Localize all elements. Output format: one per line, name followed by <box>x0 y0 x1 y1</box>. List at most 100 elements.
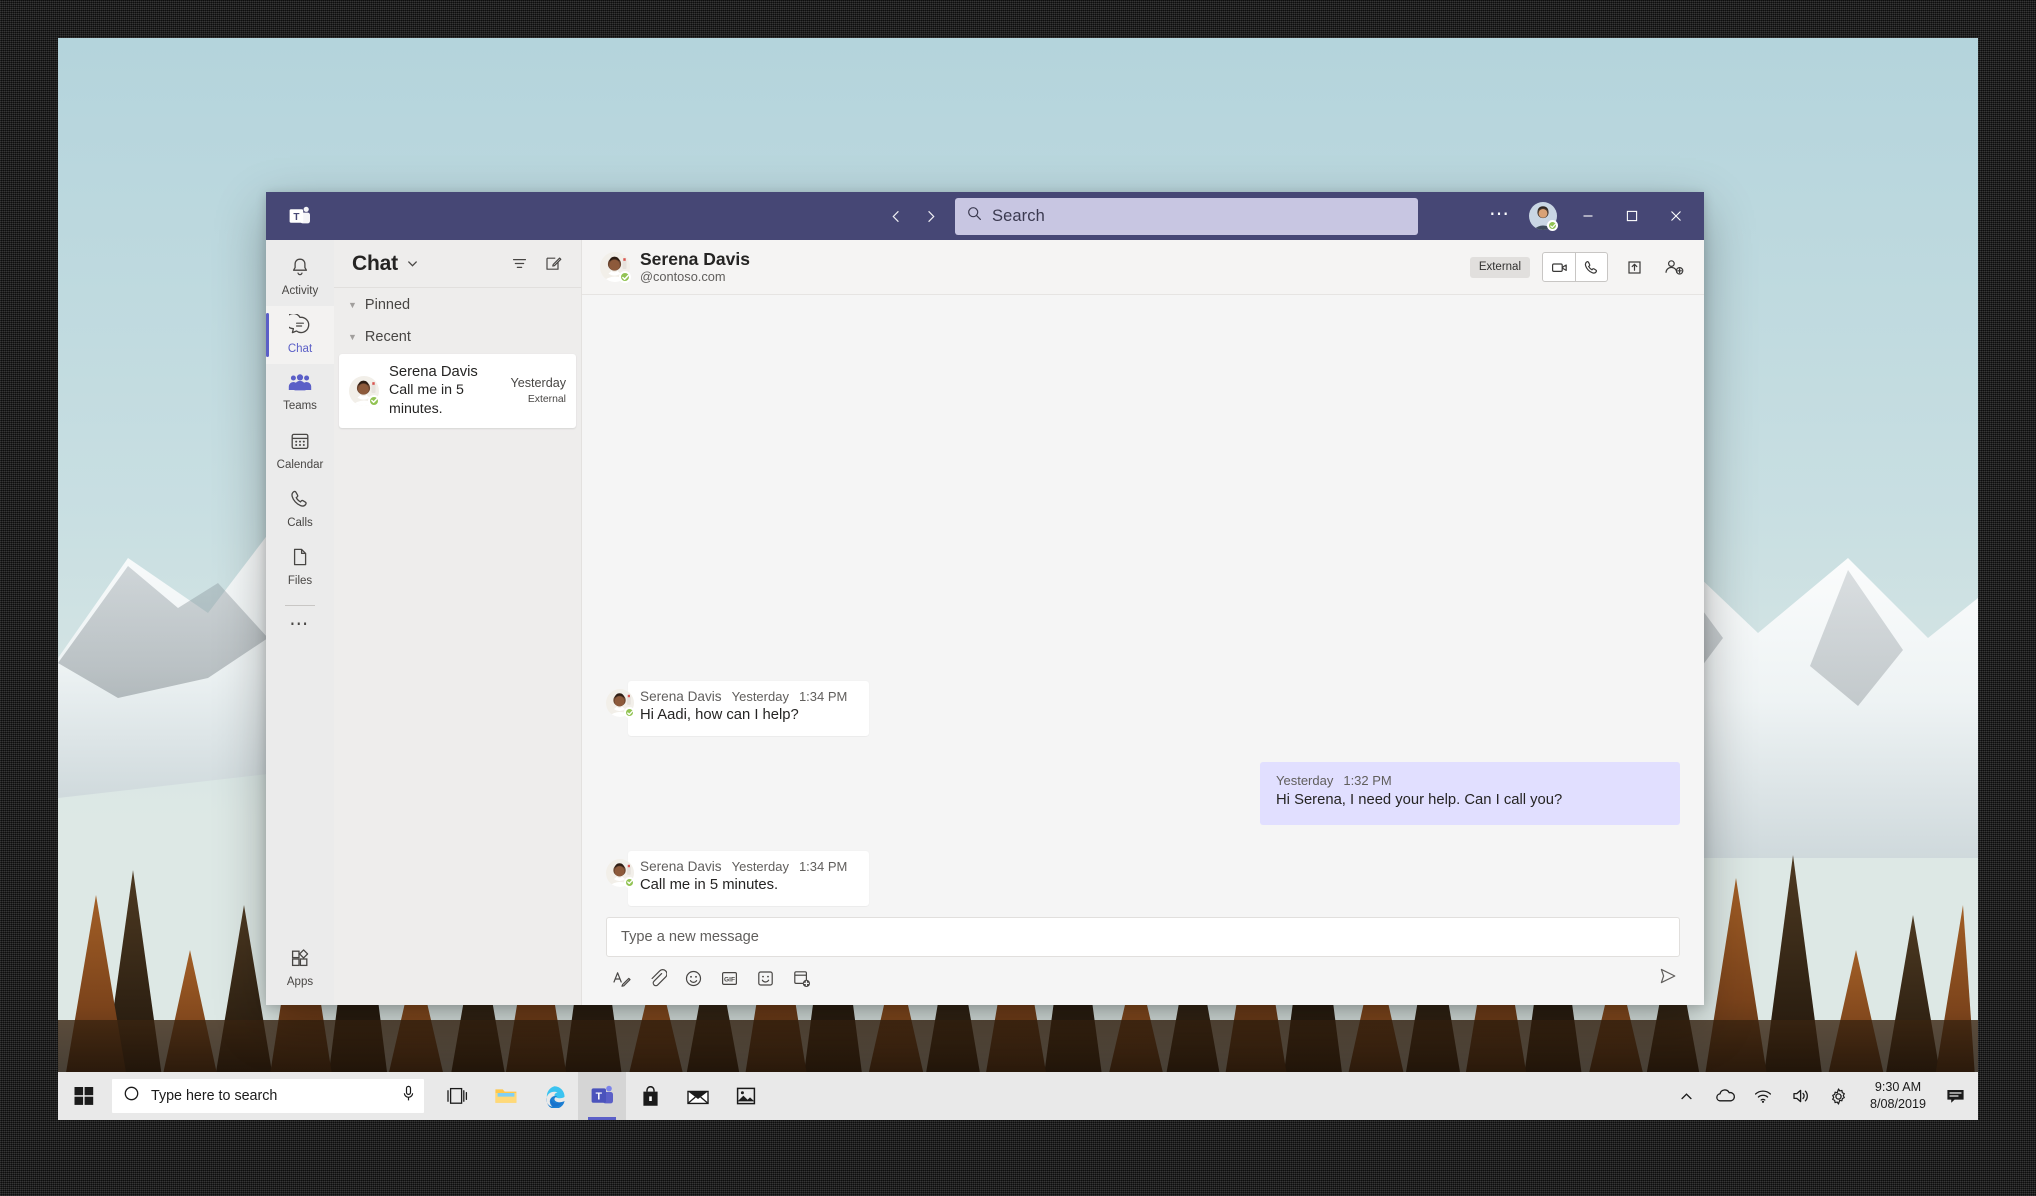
rail-item-calendar[interactable]: Calendar <box>266 422 334 480</box>
triangle-down-icon: ▼ <box>348 331 357 342</box>
close-button[interactable] <box>1654 192 1698 240</box>
message-sender: Serena Davis <box>640 689 722 704</box>
windows-start-icon[interactable] <box>58 1072 110 1120</box>
system-tray: 9:30 AM 8/08/2019 <box>1668 1072 1978 1120</box>
message-incoming-1: Serena Davis Yesterday 1:34 PM Hi Aadi, … <box>606 681 1680 736</box>
svg-text:T: T <box>595 1092 602 1103</box>
cortana-circle-icon <box>124 1086 139 1106</box>
chat-list-title: Chat <box>352 251 398 275</box>
compose-new-chat-icon[interactable] <box>539 250 567 278</box>
desktop-wallpaper: T Search ⋯ Activity Chat Teams Calendar … <box>58 38 1978 1120</box>
message-input[interactable]: Type a new message <box>606 917 1680 957</box>
video-camera-icon[interactable] <box>1543 253 1575 281</box>
emoji-icon[interactable] <box>682 968 704 990</box>
rail-item-chat[interactable]: Chat <box>266 306 334 364</box>
avatar <box>606 689 635 718</box>
rail-item-calls[interactable]: Calls <box>266 480 334 538</box>
app-settings-more-icon[interactable]: ⋯ <box>1480 201 1520 232</box>
rail-label-activity: Activity <box>281 285 319 298</box>
rail-label-files: Files <box>287 575 313 588</box>
taskbar-search-placeholder: Type here to search <box>151 1088 278 1104</box>
presence-available-icon <box>1547 220 1558 231</box>
presence-available-icon <box>624 707 635 718</box>
rail-label-calendar: Calendar <box>276 459 324 472</box>
rail-divider <box>285 605 315 606</box>
message-day: Yesterday <box>731 858 789 874</box>
photos-icon[interactable] <box>722 1072 770 1120</box>
store-icon[interactable] <box>626 1072 674 1120</box>
chevron-down-icon[interactable] <box>406 257 419 270</box>
taskbar-pinned-apps: T <box>434 1072 770 1120</box>
message-time: 1:34 PM <box>798 858 848 874</box>
task-view-icon[interactable] <box>434 1072 482 1120</box>
message-time: 1:34 PM <box>798 689 848 704</box>
chat-group-pinned[interactable]: ▼ Pinned <box>334 288 581 320</box>
show-hidden-icons-icon[interactable] <box>1668 1072 1706 1120</box>
rail-label-teams: Teams <box>283 400 317 413</box>
onedrive-cloud-icon[interactable] <box>1706 1072 1744 1120</box>
conversation-actions: External <box>1469 252 1688 282</box>
audio-call-phone-icon[interactable] <box>1575 253 1607 281</box>
mail-icon[interactable] <box>674 1072 722 1120</box>
chat-list-item-meta: Serena Davis Call me in 5 minutes. <box>389 363 500 418</box>
teams-application-window: T Search ⋯ Activity Chat Teams Calendar … <box>266 192 1704 1005</box>
rail-item-activity[interactable]: Activity <box>266 248 334 306</box>
message-incoming-2: Serena Davis Yesterday 1:34 PM Call me i… <box>606 850 1680 906</box>
rail-item-teams[interactable]: Teams <box>266 364 334 422</box>
sticker-icon[interactable] <box>754 968 776 990</box>
chat-group-recent[interactable]: ▼ Recent <box>334 320 581 352</box>
message-input-placeholder: Type a new message <box>621 929 759 945</box>
format-text-icon[interactable] <box>610 968 632 990</box>
avatar <box>349 375 380 407</box>
edge-icon[interactable] <box>530 1072 578 1120</box>
rail-label-chat: Chat <box>287 343 313 356</box>
svg-text:GIF: GIF <box>724 976 735 983</box>
file-icon <box>289 546 311 573</box>
file-explorer-icon[interactable] <box>482 1072 530 1120</box>
chat-bubble-icon <box>285 313 311 341</box>
chat-list-item-name: Serena Davis <box>389 364 478 380</box>
add-extension-icon[interactable] <box>790 968 812 990</box>
teams-taskbar-icon[interactable]: T <box>578 1072 626 1120</box>
teams-logo-icon: T <box>266 206 334 227</box>
chat-list-item-serena-davis[interactable]: Serena Davis Call me in 5 minutes. Yeste… <box>339 354 576 429</box>
taskbar-search-input[interactable]: Type here to search <box>112 1079 424 1113</box>
presence-available-icon <box>624 876 635 888</box>
avatar <box>606 858 635 888</box>
search-icon <box>967 206 982 226</box>
maximize-button[interactable] <box>1610 192 1654 240</box>
gif-icon[interactable]: GIF <box>718 968 740 990</box>
taskbar-clock[interactable]: 9:30 AM 8/08/2019 <box>1858 1079 1938 1113</box>
microphone-icon[interactable] <box>401 1085 416 1107</box>
chat-group-pinned-label: Pinned <box>364 297 411 313</box>
wifi-icon[interactable] <box>1744 1072 1782 1120</box>
compose-area: Type a new message GIF <box>582 907 1704 1005</box>
settings-gear-icon[interactable] <box>1820 1072 1858 1120</box>
add-person-icon[interactable] <box>1660 253 1688 281</box>
rail-item-files[interactable]: Files <box>266 538 334 596</box>
share-upload-icon[interactable] <box>1620 253 1648 281</box>
nav-forward-button[interactable] <box>915 201 945 231</box>
message-bubble: Yesterday 1:32 PM Hi Serena, I need your… <box>1260 761 1680 825</box>
rail-label-calls: Calls <box>287 517 313 530</box>
message-day: Yesterday <box>1276 772 1334 788</box>
global-search-input[interactable]: Search <box>955 197 1418 235</box>
chat-list-actions <box>505 250 567 278</box>
rail-item-apps[interactable]: Apps <box>266 939 334 997</box>
svg-text:T: T <box>293 211 299 222</box>
volume-icon[interactable] <box>1782 1072 1820 1120</box>
rail-more-apps-icon[interactable]: ⋯ <box>266 610 334 646</box>
stream-top-spacer <box>606 295 1680 681</box>
notification-center-icon[interactable] <box>1938 1072 1972 1120</box>
presence-available-icon <box>368 394 380 407</box>
chat-list-panel: Chat ▼ Pinned ▼ Recent Serena Davis Call… <box>334 240 582 1005</box>
nav-back-button[interactable] <box>881 201 911 231</box>
conversation-identity: Serena Davis @contoso.com <box>600 249 750 286</box>
bell-icon <box>289 256 311 283</box>
user-avatar[interactable] <box>1520 202 1566 231</box>
minimize-button[interactable] <box>1566 192 1610 240</box>
conversation-title-block: Serena Davis @contoso.com <box>640 249 750 286</box>
send-icon[interactable] <box>1658 966 1678 991</box>
attach-file-icon[interactable] <box>646 968 668 990</box>
filter-icon[interactable] <box>505 250 533 278</box>
